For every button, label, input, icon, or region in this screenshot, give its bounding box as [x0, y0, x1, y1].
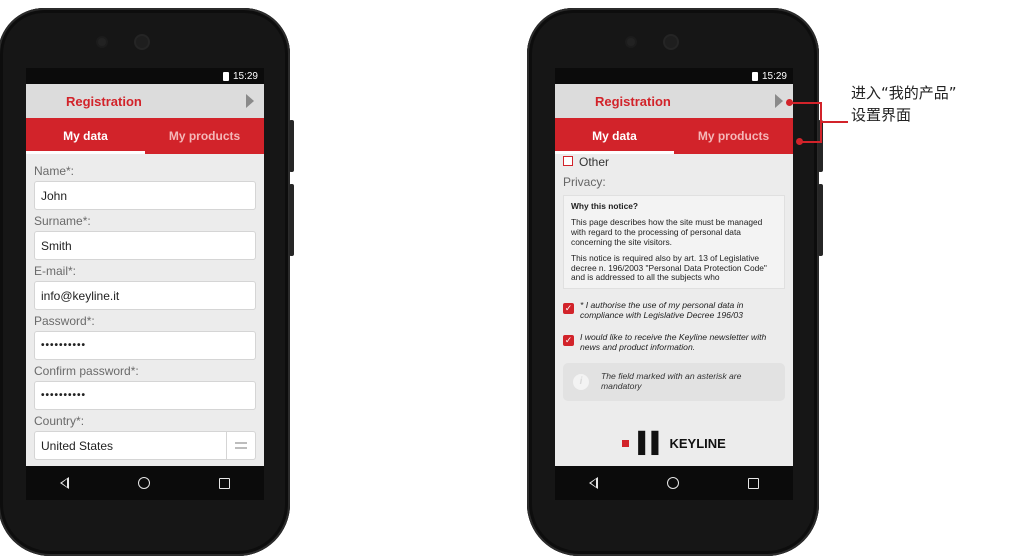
info-icon: i [573, 373, 589, 390]
other-checkbox[interactable] [563, 156, 573, 166]
volume-button [289, 120, 294, 172]
consent-list: ✓ * I authorise the use of my personal d… [563, 300, 785, 353]
keyline-logo: ▌▌ KEYLINE [555, 432, 793, 455]
home-icon[interactable] [666, 477, 679, 489]
country-select[interactable]: United States [34, 431, 256, 460]
note-text: The field marked with an asterisk are ma… [601, 370, 742, 391]
mandatory-note: i The field marked with an asterisk are … [563, 362, 785, 401]
page-title: Registration [595, 93, 671, 109]
consent-text: I would like to receive the Keyline news… [580, 331, 767, 352]
front-camera-icon [136, 36, 148, 48]
privacy-paragraph: This notice is required also by art. 13 … [571, 252, 767, 283]
privacy-paragraph: This page describes how the site must be… [571, 216, 763, 247]
left-screen: 15:29 Registration My data My products N… [26, 68, 264, 500]
privacy-section: Other Privacy: Why this notice? This pag… [555, 155, 793, 401]
recent-apps-icon[interactable] [747, 477, 759, 489]
privacy-heading: Why this notice? [571, 201, 638, 211]
battery-icon [222, 71, 229, 81]
right-screen: 15:29 Registration My data My products O… [555, 68, 793, 500]
page-title: Registration [66, 93, 142, 109]
privacy-notice[interactable]: Why this notice? This page describes how… [563, 195, 785, 289]
tab-my-products[interactable]: My products [674, 118, 793, 154]
tab-my-data[interactable]: My data [555, 118, 674, 154]
status-bar: 15:29 [26, 68, 264, 84]
sensor-icon [627, 38, 635, 46]
password-label: Password*: [34, 314, 95, 328]
recent-apps-icon[interactable] [218, 477, 230, 489]
dropdown-menu-icon[interactable] [226, 432, 255, 459]
front-camera-icon [665, 36, 677, 48]
checked-checkbox-icon[interactable]: ✓ [563, 303, 574, 314]
registration-form: Name*: John Surname*: Smith E-mail*: inf… [26, 154, 264, 460]
callout-text: 进入“我的产品” 设置界面 [851, 82, 957, 126]
back-icon[interactable] [60, 477, 70, 489]
callout-line [792, 102, 822, 104]
privacy-label: Privacy: [563, 175, 606, 189]
tab-my-products[interactable]: My products [145, 118, 264, 154]
country-label: Country*: [34, 414, 85, 428]
status-time: 15:29 [761, 70, 787, 82]
back-icon[interactable] [589, 477, 599, 489]
confirm-password-label: Confirm password*: [34, 364, 139, 378]
tab-bar: My data My products [555, 118, 793, 154]
country-value: United States [41, 438, 114, 453]
left-phone: 15:29 Registration My data My products N… [0, 8, 294, 556]
app-header: Registration [26, 84, 264, 118]
power-button [289, 184, 294, 256]
callout-line-2: 设置界面 [851, 106, 912, 124]
callout-line-1: 进入“我的产品” [851, 84, 957, 102]
home-icon[interactable] [137, 477, 150, 489]
next-arrow-icon[interactable] [246, 94, 254, 108]
logo-mark-icon: ▌▌ [638, 432, 665, 454]
surname-field[interactable]: Smith [34, 231, 256, 260]
app-header: Registration [555, 84, 793, 118]
tab-bar: My data My products [26, 118, 264, 154]
logo-text: KEYLINE [669, 436, 726, 451]
callout-line [802, 141, 822, 143]
consent-text: * I authorise the use of my personal dat… [580, 300, 744, 320]
other-label: Other [579, 155, 610, 169]
email-label: E-mail*: [34, 264, 77, 278]
status-bar: 15:29 [555, 68, 793, 84]
consent-newsletter[interactable]: ✓ I would like to receive the Keyline ne… [563, 331, 785, 353]
email-field[interactable]: info@keyline.it [34, 281, 256, 310]
tab-my-data[interactable]: My data [26, 118, 145, 154]
checked-checkbox-icon[interactable]: ✓ [563, 334, 574, 346]
other-option[interactable]: Other [563, 155, 785, 169]
sensor-icon [98, 38, 106, 46]
name-field[interactable]: John [34, 181, 256, 210]
password-field[interactable]: •••••••••• [34, 331, 256, 360]
nav-bar [555, 466, 793, 500]
consent-personal-data[interactable]: ✓ * I authorise the use of my personal d… [563, 300, 785, 321]
surname-label: Surname*: [34, 214, 91, 228]
battery-icon [751, 71, 758, 81]
logo-square [622, 440, 630, 447]
next-arrow-icon[interactable] [775, 94, 783, 108]
power-button [818, 184, 823, 256]
name-label: Name*: [34, 164, 75, 178]
confirm-password-field[interactable]: •••••••••• [34, 381, 256, 410]
right-phone: 15:29 Registration My data My products O… [527, 8, 823, 556]
nav-bar [26, 466, 264, 500]
callout-line [822, 121, 848, 123]
status-time: 15:29 [232, 70, 258, 82]
